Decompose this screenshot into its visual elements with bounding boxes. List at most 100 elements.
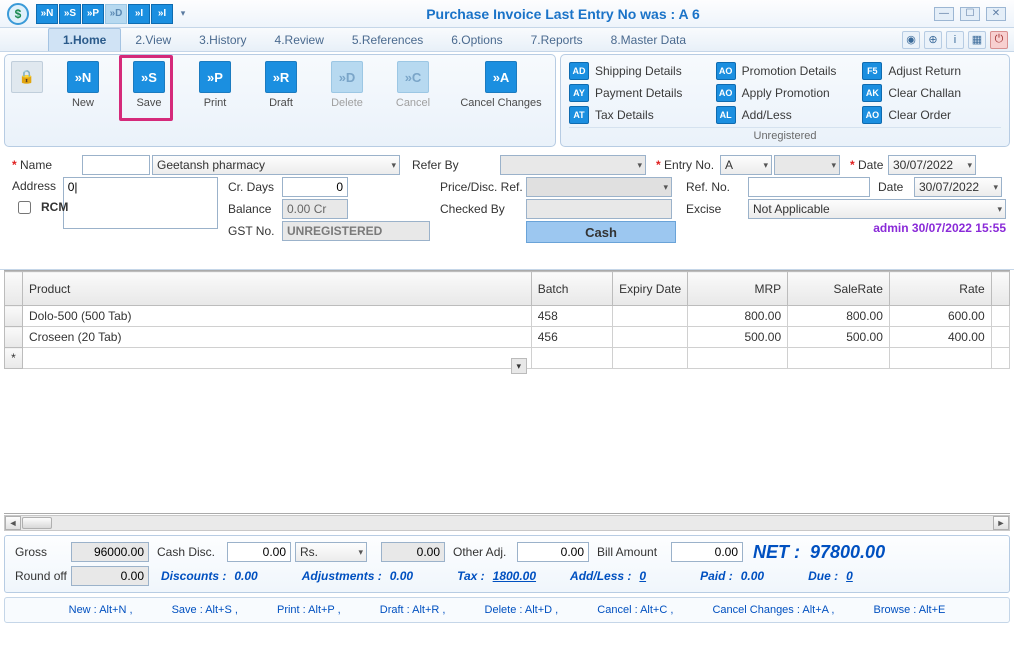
- qa-customize[interactable]: ▾: [174, 4, 192, 24]
- cell-batch[interactable]: 458: [531, 306, 612, 327]
- menu-reports[interactable]: 7.Reports: [517, 29, 597, 51]
- date2-picker[interactable]: 30/07/2022: [914, 177, 1002, 197]
- cell-salerate[interactable]: 500.00: [788, 327, 890, 348]
- print-label: Print: [204, 97, 227, 109]
- cell-mrp[interactable]: 800.00: [688, 306, 788, 327]
- new-batch-cell[interactable]: [531, 348, 612, 369]
- qa-btn6[interactable]: »I: [151, 4, 173, 24]
- payment-details-button[interactable]: AYPayment Details: [569, 83, 708, 103]
- due-value[interactable]: 0: [846, 569, 853, 583]
- cell-product[interactable]: Croseen (20 Tab): [22, 327, 531, 348]
- new-rate-cell[interactable]: [889, 348, 991, 369]
- cell-product[interactable]: Dolo-500 (500 Tab): [22, 306, 531, 327]
- menu-view[interactable]: 2.View: [121, 29, 185, 51]
- address-label: Address: [8, 177, 61, 193]
- close-button[interactable]: ✕: [986, 7, 1006, 21]
- date1-picker[interactable]: 30/07/2022: [888, 155, 976, 175]
- cashdisc-unit-dropdown[interactable]: Rs.: [295, 542, 367, 562]
- refno-input[interactable]: [748, 177, 870, 197]
- sc-save: Save : Alt+S ,: [172, 604, 238, 616]
- qa-print[interactable]: »P: [82, 4, 104, 24]
- otheradj-input[interactable]: [517, 542, 589, 562]
- billamt-input[interactable]: [671, 542, 743, 562]
- referby-dropdown[interactable]: [500, 155, 646, 175]
- pricedisc-dropdown[interactable]: [526, 177, 672, 197]
- cancel-changes-label: Cancel Changes: [460, 97, 541, 109]
- qa-new[interactable]: »N: [36, 4, 58, 24]
- maximize-button[interactable]: ☐: [960, 7, 980, 21]
- product-grid[interactable]: Product Batch Expiry Date MRP SaleRate R…: [4, 270, 1010, 514]
- new-salerate-cell[interactable]: [788, 348, 890, 369]
- save-button[interactable]: »S Save: [125, 61, 173, 109]
- grid-scrollbar[interactable]: ◄ ►: [4, 515, 1010, 531]
- addless-value[interactable]: 0: [639, 569, 646, 583]
- crdays-input[interactable]: [282, 177, 348, 197]
- globe-icon[interactable]: ⊕: [924, 31, 942, 49]
- adjust-return-button[interactable]: F5Adjust Return: [862, 61, 1001, 81]
- cell-expiry[interactable]: [613, 327, 688, 348]
- new-button[interactable]: »N New: [59, 61, 107, 109]
- rcm-checkbox[interactable]: [18, 201, 31, 214]
- col-rate[interactable]: Rate: [889, 272, 991, 306]
- promotion-details-button[interactable]: AOPromotion Details: [716, 61, 855, 81]
- new-expiry-cell[interactable]: [613, 348, 688, 369]
- cell-rate[interactable]: 400.00: [889, 327, 991, 348]
- delete-label: Delete: [331, 97, 363, 109]
- new-row[interactable]: *: [5, 348, 1010, 369]
- scroll-thumb[interactable]: [22, 517, 52, 529]
- cashdisc-input[interactable]: [227, 542, 291, 562]
- col-mrp[interactable]: MRP: [688, 272, 788, 306]
- entryno-num-dropdown[interactable]: [774, 155, 840, 175]
- cell-expiry[interactable]: [613, 306, 688, 327]
- clear-challan-button[interactable]: AKClear Challan: [862, 83, 1001, 103]
- shipping-details-button[interactable]: ADShipping Details: [569, 61, 708, 81]
- print-button[interactable]: »P Print: [191, 61, 239, 109]
- qa-btn5[interactable]: »I: [128, 4, 150, 24]
- cell-mrp[interactable]: 500.00: [688, 327, 788, 348]
- minimize-button[interactable]: —: [934, 7, 954, 21]
- menu-references[interactable]: 5.References: [338, 29, 437, 51]
- menu-history[interactable]: 3.History: [185, 29, 260, 51]
- menu-home[interactable]: 1.Home: [48, 28, 121, 51]
- table-row[interactable]: Dolo-500 (500 Tab) 458 800.00 800.00 600…: [5, 306, 1010, 327]
- name-dropdown[interactable]: Geetansh pharmacy: [152, 155, 400, 175]
- help-icon[interactable]: ◉: [902, 31, 920, 49]
- tax-details-button[interactable]: ATTax Details: [569, 105, 708, 125]
- draft-button[interactable]: »R Draft: [257, 61, 305, 109]
- menu-masterdata[interactable]: 8.Master Data: [597, 29, 700, 51]
- new-mrp-cell[interactable]: [688, 348, 788, 369]
- adjust-return-label: Adjust Return: [888, 64, 961, 78]
- col-expiry[interactable]: Expiry Date: [613, 272, 688, 306]
- col-product[interactable]: Product: [22, 272, 531, 306]
- cell-rate[interactable]: 600.00: [889, 306, 991, 327]
- add-less-button[interactable]: ALAdd/Less: [716, 105, 855, 125]
- qa-draft[interactable]: »D: [105, 4, 127, 24]
- otheradj-label: Other Adj.: [449, 545, 513, 559]
- cancel-changes-button[interactable]: »A Cancel Changes: [455, 61, 547, 109]
- cell-batch[interactable]: 456: [531, 327, 612, 348]
- calc-icon[interactable]: ▦: [968, 31, 986, 49]
- menu-options[interactable]: 6.Options: [437, 29, 516, 51]
- info-icon[interactable]: i: [946, 31, 964, 49]
- clear-order-button[interactable]: AOClear Order: [862, 105, 1001, 125]
- tax-details-label: Tax Details: [595, 108, 654, 122]
- roundoff-label: Round off: [11, 569, 67, 583]
- table-row[interactable]: Croseen (20 Tab) 456 500.00 500.00 400.0…: [5, 327, 1010, 348]
- qa-save[interactable]: »S: [59, 4, 81, 24]
- svg-text:$: $: [15, 7, 22, 21]
- tax-value[interactable]: 1800.00: [493, 569, 536, 583]
- col-batch[interactable]: Batch: [531, 272, 612, 306]
- entryno-series-dropdown[interactable]: A: [720, 155, 772, 175]
- name-code-input[interactable]: [82, 155, 150, 175]
- net-value: 97800.00: [810, 542, 885, 563]
- new-product-cell[interactable]: [22, 348, 531, 369]
- menu-review[interactable]: 4.Review: [261, 29, 338, 51]
- roundoff-value: [71, 566, 149, 586]
- col-salerate[interactable]: SaleRate: [788, 272, 890, 306]
- exit-icon[interactable]: ⏻: [990, 31, 1008, 49]
- apply-promotion-button[interactable]: AOApply Promotion: [716, 83, 855, 103]
- gross-label: Gross: [11, 545, 67, 559]
- cell-salerate[interactable]: 800.00: [788, 306, 890, 327]
- scroll-right-icon[interactable]: ►: [993, 516, 1009, 530]
- scroll-left-icon[interactable]: ◄: [5, 516, 21, 530]
